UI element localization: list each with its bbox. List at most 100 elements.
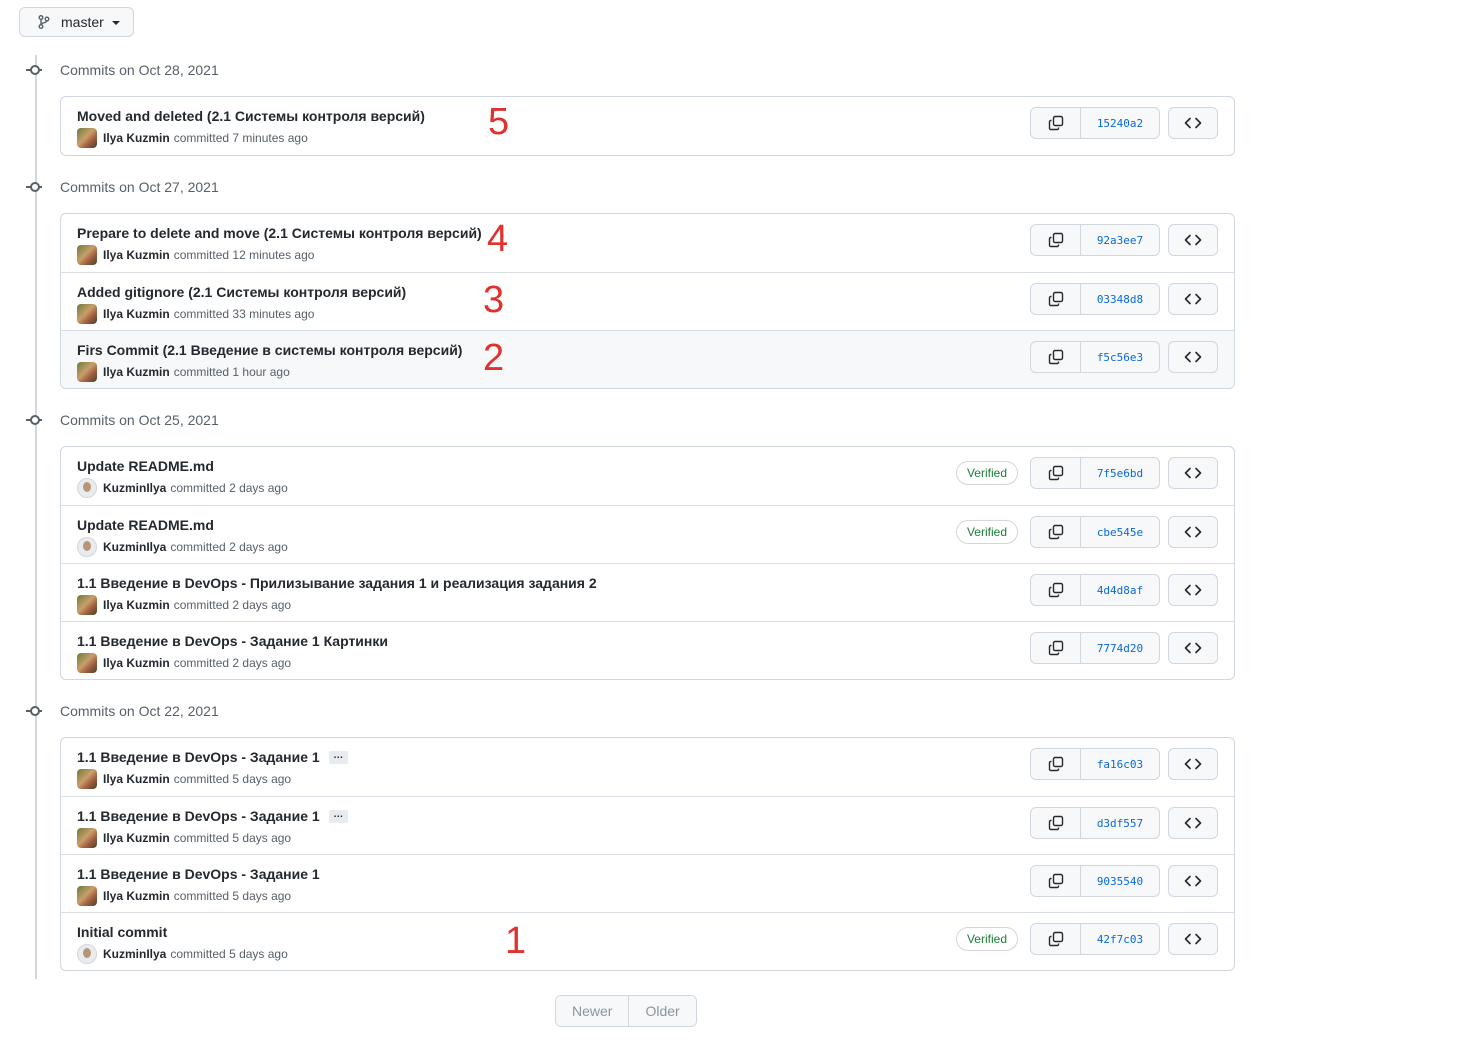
commit-message-link[interactable]: Added gitignore (2.1 Системы контроля ве…: [77, 284, 406, 300]
verified-badge[interactable]: Verified: [955, 520, 1018, 544]
author-link[interactable]: KuzminIlya: [103, 540, 166, 554]
browse-repo-button[interactable]: [1168, 224, 1218, 256]
commit-message-link[interactable]: 1.1 Введение в DevOps - Прилизывание зад…: [77, 575, 597, 591]
commit-sha-link[interactable]: 92a3ee7: [1081, 225, 1159, 255]
author-link[interactable]: Ilya Kuzmin: [103, 656, 170, 670]
commit-time: 12 minutes ago: [232, 248, 315, 262]
commit-row: 1.1 Введение в DevOps - Задание 1 Ilya Ku…: [61, 854, 1234, 912]
copy-sha-button[interactable]: [1031, 924, 1081, 954]
author-link[interactable]: KuzminIlya: [103, 947, 166, 961]
commit-message-link[interactable]: 1.1 Введение в DevOps - Задание 1 Картин…: [77, 633, 388, 649]
commit-message-link[interactable]: Update README.md: [77, 517, 214, 533]
commit-message-link[interactable]: 1.1 Введение в DevOps - Задание 1: [77, 749, 320, 765]
commit-node-icon: [26, 62, 42, 78]
copy-sha-button[interactable]: [1031, 749, 1081, 779]
commit-message-link[interactable]: Moved and deleted (2.1 Системы контроля …: [77, 108, 425, 124]
commit-time: 5 days ago: [232, 772, 292, 786]
commit-meta: Ilya Kuzmin committed 5 days ago: [77, 828, 291, 848]
commit-row: Prepare to delete and move (2.1 Системы …: [61, 214, 1234, 272]
author-link[interactable]: Ilya Kuzmin: [103, 307, 170, 321]
expand-message-button[interactable]: …: [328, 750, 348, 764]
author-link[interactable]: KuzminIlya: [103, 481, 166, 495]
commit-sha-link[interactable]: 42f7c03: [1081, 924, 1159, 954]
copy-sha-button[interactable]: [1031, 517, 1081, 547]
avatar[interactable]: [77, 653, 97, 673]
author-link[interactable]: Ilya Kuzmin: [103, 365, 170, 379]
copy-sha-button[interactable]: [1031, 108, 1081, 138]
browse-repo-button[interactable]: [1168, 516, 1218, 548]
browse-repo-button[interactable]: [1168, 923, 1218, 955]
commit-action: committed: [173, 248, 230, 262]
author-link[interactable]: Ilya Kuzmin: [103, 889, 170, 903]
browse-repo-button[interactable]: [1168, 574, 1218, 606]
author-link[interactable]: Ilya Kuzmin: [103, 598, 170, 612]
browse-repo-button[interactable]: [1168, 865, 1218, 897]
browse-repo-button[interactable]: [1168, 807, 1218, 839]
newer-button[interactable]: Newer: [556, 996, 629, 1026]
commit-message-line: Firs Commit (2.1 Введение в системы конт…: [77, 340, 462, 360]
commit-message-link[interactable]: Prepare to delete and move (2.1 Системы …: [77, 225, 482, 241]
avatar[interactable]: [77, 595, 97, 615]
commit-row: 1.1 Введение в DevOps - Задание 1 Картин…: [61, 621, 1234, 679]
commit-message-line: 1.1 Введение в DevOps - Задание 1 Картин…: [77, 631, 388, 651]
expand-message-button[interactable]: …: [328, 809, 348, 823]
avatar[interactable]: [77, 828, 97, 848]
commit-sha-link[interactable]: d3df557: [1081, 808, 1159, 838]
avatar[interactable]: [77, 944, 97, 964]
browse-repo-button[interactable]: [1168, 107, 1218, 139]
browse-repo-button[interactable]: [1168, 632, 1218, 664]
copy-sha-button[interactable]: [1031, 225, 1081, 255]
branch-select-button[interactable]: master: [19, 7, 134, 37]
commit-sha-link[interactable]: 7774d20: [1081, 633, 1159, 663]
avatar[interactable]: [77, 304, 97, 324]
browse-repo-button[interactable]: [1168, 283, 1218, 315]
commit-meta: Ilya Kuzmin committed 5 days ago: [77, 886, 291, 906]
copy-sha-button[interactable]: [1031, 866, 1081, 896]
copy-sha-button[interactable]: [1031, 284, 1081, 314]
commit-message-link[interactable]: 1.1 Введение в DevOps - Задание 1: [77, 866, 320, 882]
commit-row: Firs Commit (2.1 Введение в системы конт…: [61, 330, 1234, 388]
commit-sha-link[interactable]: f5c56e3: [1081, 342, 1159, 372]
commit-sha-link[interactable]: cbe545e: [1081, 517, 1159, 547]
browse-repo-button[interactable]: [1168, 341, 1218, 373]
commit-message-line: Initial commit: [77, 922, 167, 942]
commit-sha-link[interactable]: 4d4d8af: [1081, 575, 1159, 605]
commit-row: Update README.md KuzminIlya committed 2 da…: [61, 505, 1234, 563]
author-link[interactable]: Ilya Kuzmin: [103, 131, 170, 145]
commit-sha-link[interactable]: 03348d8: [1081, 284, 1159, 314]
commit-message-line: 1.1 Введение в DevOps - Задание 1: [77, 864, 320, 884]
commit-message-link[interactable]: 1.1 Введение в DevOps - Задание 1: [77, 808, 320, 824]
group-title: Commits on Oct 25, 2021: [60, 412, 219, 428]
commit-sha-link[interactable]: 7f5e6bd: [1081, 458, 1159, 488]
copy-sha-button[interactable]: [1031, 808, 1081, 838]
avatar[interactable]: [77, 478, 97, 498]
avatar[interactable]: [77, 537, 97, 557]
commit-meta: Ilya Kuzmin committed 1 hour ago: [77, 362, 290, 382]
browse-repo-button[interactable]: [1168, 748, 1218, 780]
browse-repo-button[interactable]: [1168, 457, 1218, 489]
author-link[interactable]: Ilya Kuzmin: [103, 831, 170, 845]
older-button[interactable]: Older: [628, 996, 696, 1026]
verified-badge[interactable]: Verified: [955, 461, 1018, 485]
commit-sha-link[interactable]: 9035540: [1081, 866, 1159, 896]
verified-badge[interactable]: Verified: [955, 927, 1018, 951]
commit-message-link[interactable]: Firs Commit (2.1 Введение в системы конт…: [77, 342, 462, 358]
avatar[interactable]: [77, 128, 97, 148]
sha-button-group: 42f7c03: [1030, 923, 1160, 955]
copy-sha-button[interactable]: [1031, 575, 1081, 605]
copy-sha-button[interactable]: [1031, 633, 1081, 663]
author-link[interactable]: Ilya Kuzmin: [103, 248, 170, 262]
commit-message-link[interactable]: Initial commit: [77, 924, 167, 940]
copy-sha-button[interactable]: [1031, 458, 1081, 488]
commit-message-link[interactable]: Update README.md: [77, 458, 214, 474]
avatar[interactable]: [77, 245, 97, 265]
avatar[interactable]: [77, 769, 97, 789]
commit-message-line: Moved and deleted (2.1 Системы контроля …: [77, 106, 425, 126]
author-link[interactable]: Ilya Kuzmin: [103, 772, 170, 786]
commit-sha-link[interactable]: 15240a2: [1081, 108, 1159, 138]
copy-sha-button[interactable]: [1031, 342, 1081, 372]
avatar[interactable]: [77, 886, 97, 906]
avatar[interactable]: [77, 362, 97, 382]
commit-sha-link[interactable]: fa16c03: [1081, 749, 1159, 779]
annotation-number: 5: [488, 101, 510, 143]
